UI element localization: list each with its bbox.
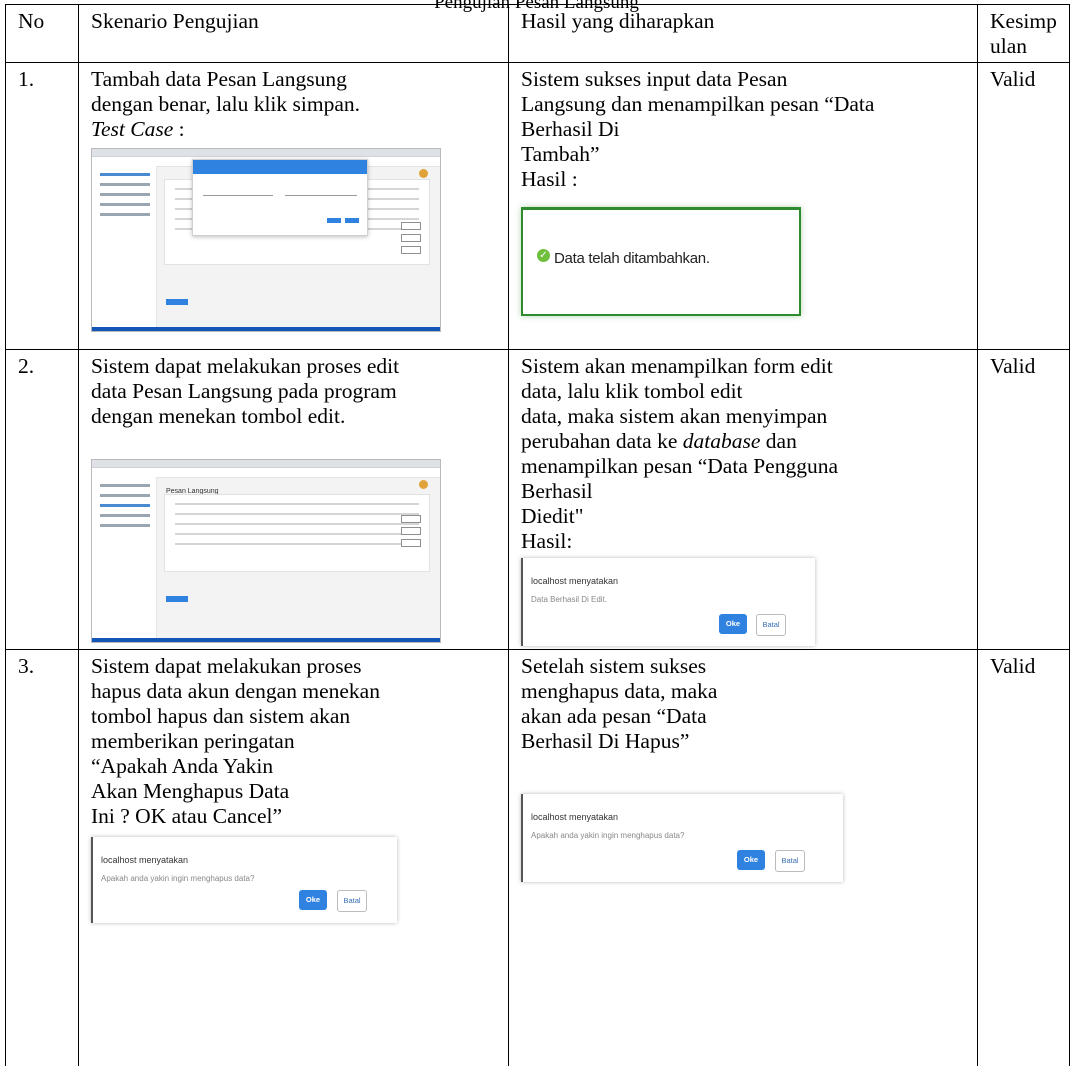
skenario-cell: Sistem dapat melakukan proses hapus data… (78, 649, 509, 1066)
row-number: 1. (5, 62, 79, 350)
header-skenario: Skenario Pengujian (78, 4, 509, 63)
kesimpulan-cell: Valid (977, 62, 1070, 350)
header-no: No (5, 4, 79, 63)
kesimpulan-cell: Valid (977, 649, 1070, 1066)
table-row: 2. Sistem dapat melakukan proses edit da… (5, 349, 1070, 650)
row-number: 2. (5, 349, 79, 650)
hasil-cell: Setelah sistem sukses menghapus data, ma… (508, 649, 978, 1066)
success-notification: ✓ Data telah ditambahkan. (521, 207, 801, 316)
test-table: No Skenario Pengujian Hasil yang diharap… (5, 4, 1070, 1066)
row-number: 3. (5, 649, 79, 1066)
cancel-button[interactable]: Batal (775, 850, 805, 872)
edit-confirm-dialog: localhost menyatakan Data Berhasil Di Ed… (521, 558, 815, 646)
hasil-cell: Sistem akan menampilkan form edit data, … (508, 349, 978, 650)
cancel-button[interactable]: Batal (337, 890, 367, 912)
table-row: 3. Sistem dapat melakukan proses hapus d… (5, 649, 1070, 1066)
check-icon: ✓ (537, 249, 550, 262)
ok-button[interactable]: Oke (299, 890, 327, 910)
ok-button[interactable]: Oke (737, 850, 765, 870)
screenshot-add-modal (91, 148, 441, 332)
success-message: Data telah ditambahkan. (554, 250, 710, 267)
skenario-cell: Tambah data Pesan Langsung dengan benar,… (78, 62, 509, 350)
delete-success-dialog: localhost menyatakan Apakah anda yakin i… (521, 794, 843, 882)
kesimpulan-cell: Valid (977, 349, 1070, 650)
ok-button[interactable]: Oke (719, 614, 747, 634)
test-case-label: Test Case : (91, 117, 185, 141)
table-row: 1. Tambah data Pesan Langsung dengan ben… (5, 62, 1070, 350)
header-row: No Skenario Pengujian Hasil yang diharap… (5, 4, 1070, 63)
header-hasil: Hasil yang diharapkan (508, 4, 978, 63)
cancel-button[interactable]: Batal (756, 614, 786, 636)
header-kesimpulan: Kesimp ulan (977, 4, 1070, 63)
hasil-cell: Sistem sukses input data Pesan Langsung … (508, 62, 978, 350)
delete-confirm-dialog: localhost menyatakan Apakah anda yakin i… (91, 837, 397, 923)
skenario-cell: Sistem dapat melakukan proses edit data … (78, 349, 509, 650)
screenshot-edit-list: Pesan Langsung (91, 459, 441, 643)
